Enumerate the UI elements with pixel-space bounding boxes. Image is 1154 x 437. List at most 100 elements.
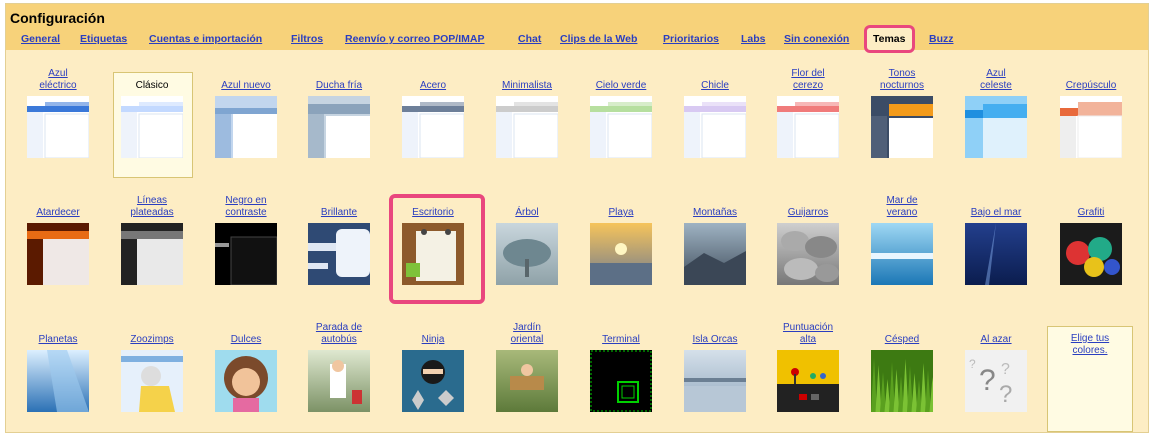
theme-label[interactable]: Chicle bbox=[675, 66, 755, 92]
cesped-icon[interactable] bbox=[871, 350, 933, 412]
theme-label[interactable]: Brillante bbox=[299, 193, 379, 219]
tab-cuentas-e-importacion[interactable]: Cuentas e importación bbox=[149, 33, 262, 45]
theme-azul-celeste[interactable]: Azul celeste bbox=[956, 66, 1036, 158]
puntuacion-alta-icon[interactable] bbox=[777, 350, 839, 412]
theme-label[interactable]: Negro en contraste bbox=[206, 193, 286, 219]
theme-cesped[interactable]: Césped bbox=[862, 320, 942, 412]
theme-label[interactable]: Dulces bbox=[206, 320, 286, 346]
ducha-fria-icon[interactable] bbox=[308, 96, 370, 158]
theme-acero[interactable]: Acero bbox=[393, 66, 473, 158]
terminal-icon[interactable] bbox=[590, 350, 652, 412]
theme-label[interactable]: Al azar bbox=[956, 320, 1036, 346]
theme-label[interactable]: Parada de autobús bbox=[299, 320, 379, 346]
theme-label[interactable]: Isla Orcas bbox=[675, 320, 755, 346]
arbol-icon[interactable] bbox=[496, 223, 558, 285]
theme-label[interactable]: Mar de verano bbox=[862, 193, 942, 219]
theme-label[interactable]: Cielo verde bbox=[581, 66, 661, 92]
theme-tonos-nocturnos[interactable]: Tonos nocturnos bbox=[862, 66, 942, 158]
montanas-icon[interactable] bbox=[684, 223, 746, 285]
tab-prioritarios[interactable]: Prioritarios bbox=[663, 33, 719, 45]
theme-label[interactable]: Bajo el mar bbox=[956, 193, 1036, 219]
zoozimps-icon[interactable] bbox=[121, 350, 183, 412]
tab-reenvio-y-correo-pop-imap[interactable]: Reenvío y correo POP/IMAP bbox=[345, 33, 484, 45]
brillante-icon[interactable] bbox=[308, 223, 370, 285]
tab-chat[interactable]: Chat bbox=[518, 33, 541, 45]
theme-label[interactable]: Montañas bbox=[675, 193, 755, 219]
theme-minimalista[interactable]: Minimalista bbox=[487, 66, 567, 158]
theme-planetas[interactable]: Planetas bbox=[18, 320, 98, 412]
acero-icon[interactable] bbox=[402, 96, 464, 158]
theme-jardin-oriental[interactable]: Jardín oriental bbox=[487, 320, 567, 412]
theme-label[interactable]: Azul nuevo bbox=[206, 66, 286, 92]
theme-label[interactable]: Árbol bbox=[487, 193, 567, 219]
negro-contraste-icon[interactable] bbox=[215, 223, 277, 285]
cielo-verde-icon[interactable] bbox=[590, 96, 652, 158]
theme-label[interactable]: Flor del cerezo bbox=[768, 66, 848, 92]
theme-label[interactable]: Azul celeste bbox=[956, 66, 1036, 92]
theme-label[interactable]: Jardín oriental bbox=[487, 320, 567, 346]
crepusculo-icon[interactable] bbox=[1060, 96, 1122, 158]
theme-label[interactable]: Grafiti bbox=[1051, 193, 1131, 219]
theme-label[interactable]: Ducha fría bbox=[299, 66, 379, 92]
azul-celeste-icon[interactable] bbox=[965, 96, 1027, 158]
theme-zoozimps[interactable]: Zoozimps bbox=[112, 320, 192, 412]
theme-label[interactable]: Atardecer bbox=[18, 193, 98, 219]
azul-electrico-icon[interactable] bbox=[27, 96, 89, 158]
theme-playa[interactable]: Playa bbox=[581, 193, 661, 285]
theme-escritorio[interactable]: Escritorio bbox=[393, 193, 473, 285]
theme-label[interactable]: Guijarros bbox=[768, 193, 848, 219]
theme-crepusculo[interactable]: Crepúsculo bbox=[1051, 66, 1131, 158]
tonos-nocturnos-icon[interactable] bbox=[871, 96, 933, 158]
dulces-icon[interactable] bbox=[215, 350, 277, 412]
chicle-icon[interactable] bbox=[684, 96, 746, 158]
tab-etiquetas[interactable]: Etiquetas bbox=[80, 33, 127, 45]
guijarros-icon[interactable] bbox=[777, 223, 839, 285]
mar-verano-icon[interactable] bbox=[871, 223, 933, 285]
choose-colors-button[interactable]: Elige tus colores. bbox=[1047, 326, 1133, 432]
theme-cielo-verde[interactable]: Cielo verde bbox=[581, 66, 661, 158]
theme-arbol[interactable]: Árbol bbox=[487, 193, 567, 285]
tab-filtros[interactable]: Filtros bbox=[291, 33, 323, 45]
tab-general[interactable]: General bbox=[21, 33, 60, 45]
al-azar-icon[interactable]: ???? bbox=[965, 350, 1027, 412]
theme-puntuacion-alta[interactable]: Puntuación alta bbox=[768, 320, 848, 412]
theme-label[interactable]: Acero bbox=[393, 66, 473, 92]
ninja-icon[interactable] bbox=[402, 350, 464, 412]
theme-label[interactable]: Terminal bbox=[581, 320, 661, 346]
theme-atardecer[interactable]: Atardecer bbox=[18, 193, 98, 285]
theme-lineas-plateadas[interactable]: Líneas plateadas bbox=[112, 193, 192, 285]
theme-guijarros[interactable]: Guijarros bbox=[768, 193, 848, 285]
atardecer-icon[interactable] bbox=[27, 223, 89, 285]
theme-label[interactable]: Azul eléctrico bbox=[18, 66, 98, 92]
theme-label[interactable]: Césped bbox=[862, 320, 942, 346]
theme-ninja[interactable]: Ninja bbox=[393, 320, 473, 412]
theme-al-azar[interactable]: Al azar???? bbox=[956, 320, 1036, 412]
theme-label[interactable]: Zoozimps bbox=[112, 320, 192, 346]
theme-terminal[interactable]: Terminal bbox=[581, 320, 661, 412]
theme-isla-orcas[interactable]: Isla Orcas bbox=[675, 320, 755, 412]
minimalista-icon[interactable] bbox=[496, 96, 558, 158]
tab-temas[interactable]: Temas bbox=[865, 26, 914, 52]
theme-label[interactable]: Planetas bbox=[18, 320, 98, 346]
theme-azul-electrico[interactable]: Azul eléctrico bbox=[18, 66, 98, 158]
escritorio-icon[interactable] bbox=[402, 223, 464, 285]
tab-sin-conexion[interactable]: Sin conexión bbox=[784, 33, 849, 45]
theme-montanas[interactable]: Montañas bbox=[675, 193, 755, 285]
planetas-icon[interactable] bbox=[27, 350, 89, 412]
lineas-plateadas-icon[interactable] bbox=[121, 223, 183, 285]
jardin-oriental-icon[interactable] bbox=[496, 350, 558, 412]
theme-negro-contraste[interactable]: Negro en contraste bbox=[206, 193, 286, 285]
theme-bajo-mar[interactable]: Bajo el mar bbox=[956, 193, 1036, 285]
theme-ducha-fria[interactable]: Ducha fría bbox=[299, 66, 379, 158]
theme-label[interactable]: Minimalista bbox=[487, 66, 567, 92]
theme-brillante[interactable]: Brillante bbox=[299, 193, 379, 285]
grafiti-icon[interactable] bbox=[1060, 223, 1122, 285]
theme-label[interactable]: Puntuación alta bbox=[768, 320, 848, 346]
tab-clips-de-la-web[interactable]: Clips de la Web bbox=[560, 33, 637, 45]
theme-parada-autobus[interactable]: Parada de autobús bbox=[299, 320, 379, 412]
theme-label[interactable]: Playa bbox=[581, 193, 661, 219]
theme-azul-nuevo[interactable]: Azul nuevo bbox=[206, 66, 286, 158]
clasico-icon[interactable] bbox=[121, 96, 183, 158]
theme-chicle[interactable]: Chicle bbox=[675, 66, 755, 158]
parada-autobus-icon[interactable] bbox=[308, 350, 370, 412]
